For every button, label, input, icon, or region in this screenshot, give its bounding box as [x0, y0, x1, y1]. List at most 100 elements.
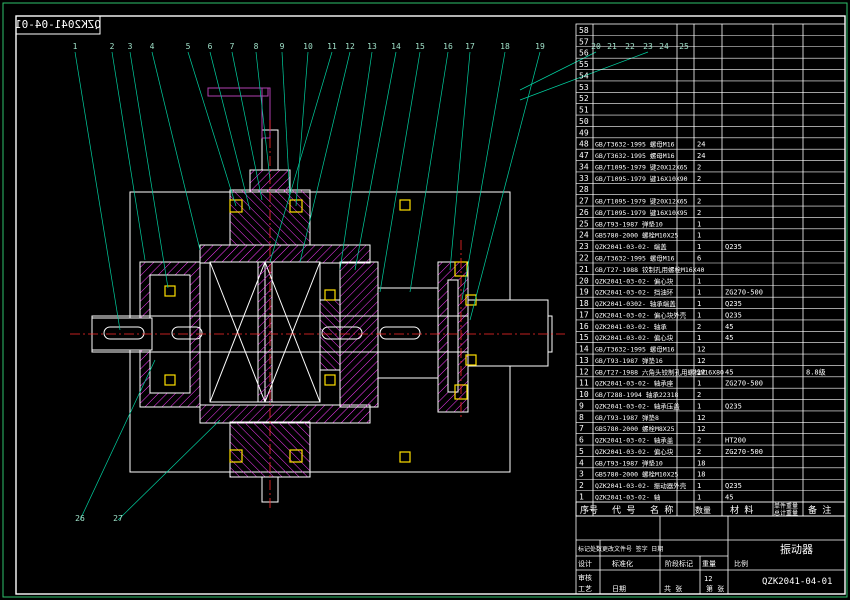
- bom-code: GB/T1095-1979 键20X12X65: [595, 162, 688, 171]
- balloon-5: 5: [186, 42, 191, 51]
- bom-no: 50: [579, 117, 589, 126]
- bom-row: 21 GB/T27-1988 铰制孔用螺栓M16X40: [579, 265, 705, 274]
- bom-qty: 1: [697, 300, 701, 308]
- right-sleeve: [377, 287, 439, 379]
- balloon-9: 9: [280, 42, 285, 51]
- hdr-remark: 备 注: [808, 504, 831, 516]
- bom-qty: 18: [697, 471, 705, 479]
- bom-material: HT200: [725, 437, 746, 445]
- hdr-code: 代 号: [612, 505, 635, 516]
- bom-row: 5 QZK2041-03-02- 偏心块 2 ZG270-500: [579, 447, 763, 456]
- balloon-10: 10: [303, 42, 313, 51]
- bom-qty: 1: [697, 402, 701, 410]
- bom-no: 56: [579, 49, 589, 58]
- bom-no: 6: [579, 436, 584, 445]
- bom-qty: 2: [697, 163, 701, 171]
- bom-no: 51: [579, 106, 589, 115]
- bom-qty: 2: [697, 448, 701, 456]
- bearing-cap-top: [199, 244, 371, 264]
- tb-stage: 阶段标记: [665, 559, 693, 568]
- bom-no: 24: [579, 231, 589, 240]
- bom-no: 1: [579, 493, 584, 502]
- balloon-17: 17: [465, 42, 475, 51]
- bom-code: QZK2041-03-02- 偏心块: [595, 447, 674, 456]
- tb-date: 日期: [612, 585, 626, 593]
- balloon-1: 1: [73, 42, 78, 51]
- bom-row: 10 GB/T288-1994 轴承22318 2: [579, 390, 701, 399]
- bom-qty: 12: [697, 368, 705, 376]
- bom-row: 48 GB/T3632-1995 螺母M16 24: [579, 140, 705, 149]
- bom-material: Q235: [725, 243, 742, 251]
- tb-row1: 标记处数更改文件号 签字 日期: [578, 545, 663, 553]
- bom-row: 12 GB/T27-1988 六角头铰制孔用螺栓M16X8012 45 8.8级: [579, 367, 826, 376]
- balloon-20: 20: [591, 42, 601, 51]
- bom-row: 52: [579, 94, 589, 103]
- bom-no: 18: [579, 299, 589, 308]
- bom-material: ZG270-500: [725, 380, 763, 388]
- bom-qty: 12: [697, 425, 705, 433]
- hdr-qty: 数量: [695, 505, 711, 515]
- balloon-8: 8: [254, 42, 259, 51]
- bom-qty: 2: [697, 323, 701, 331]
- bom-no: 2: [579, 481, 584, 490]
- balloon-6: 6: [208, 42, 213, 51]
- bom-row: 9 QZK2041-03-02- 轴承压盖 1 Q235: [579, 401, 742, 410]
- bom-code: QZK2041-03-02- 偏心块: [595, 276, 674, 285]
- bom-no: 52: [579, 94, 589, 103]
- bom-row: 28: [579, 185, 589, 194]
- bom-row: 17 QZK2041-03-02- 偏心块外壳 1 Q235: [579, 310, 742, 319]
- bom-qty: 1: [697, 232, 701, 240]
- bom-no: 55: [579, 60, 589, 69]
- bom-code: GB5780-2000 螺栓M10X25: [595, 231, 679, 240]
- tb-sheet-no: 第 张: [706, 584, 724, 593]
- bom-qty: 24: [697, 141, 705, 149]
- bom-no: 7: [579, 424, 584, 433]
- bom-no: 8: [579, 413, 584, 422]
- bom-qty: 2: [697, 209, 701, 217]
- bom-no: 19: [579, 288, 589, 297]
- bom-row: 58: [579, 26, 589, 35]
- tb-process: 工艺: [578, 585, 592, 593]
- tb-drawing-code: QZK2041-04-01: [762, 577, 832, 587]
- bom-no: 27: [579, 197, 589, 206]
- bom-no: 17: [579, 310, 589, 319]
- bom-row: 55: [579, 60, 589, 69]
- bom-code: GB/T27-1988 铰制孔用螺栓M16X40: [595, 265, 705, 274]
- balloon-26: 26: [75, 514, 85, 523]
- bom-qty: 1: [697, 380, 701, 388]
- bom-qty: 2: [697, 198, 701, 206]
- bom-code: GB5780-2000 螺栓M8X25: [595, 424, 675, 433]
- tb-drawing-name: 振动器: [780, 542, 813, 556]
- bom-qty: 2: [697, 437, 701, 445]
- balloon-11: 11: [327, 42, 337, 51]
- bom-code: GB/T3632-1995 螺母M16: [595, 151, 675, 160]
- bom-no: 15: [579, 333, 589, 342]
- bom-row: 11 QZK2041-03-02- 轴承座 1 ZG270-500: [579, 379, 763, 388]
- bom-material: ZG270-500: [725, 289, 763, 297]
- bom-row: 22 GB/T3632-1995 螺母M16 6: [579, 254, 701, 263]
- balloon-13: 13: [367, 42, 377, 51]
- hdr-seq: 序号: [580, 504, 598, 516]
- bom-no: 54: [579, 71, 589, 80]
- bom-row: 47 GB/T3632-1995 螺母M16 24: [579, 151, 705, 160]
- balloon-25: 25: [679, 42, 689, 51]
- bom-qty: 18: [697, 459, 705, 467]
- bom-qty: 1: [697, 277, 701, 285]
- bom-row: 25 GB/T93-1987 弹垫10 1: [579, 219, 701, 228]
- bom-no: 9: [579, 401, 584, 410]
- bom-material: Q235: [725, 311, 742, 319]
- bom-qty: 12: [697, 357, 705, 365]
- hdr-unit-weight: 单件重量: [774, 502, 798, 510]
- bom-code: GB/T288-1994 轴承22318: [595, 390, 679, 399]
- bom-no: 20: [579, 276, 589, 285]
- tb-designer: 设计: [578, 559, 592, 568]
- bom-code: GB/T3632-1995 螺母M16: [595, 254, 675, 263]
- bom-no: 26: [579, 208, 589, 217]
- balloon-21: 21: [607, 42, 617, 51]
- tb-sheet-num: 12: [704, 575, 712, 583]
- bom-row: 50: [579, 117, 589, 126]
- balloon-27: 27: [113, 514, 123, 523]
- bom-code: GB/T93-1987 弹垫8: [595, 413, 659, 422]
- bom-no: 11: [579, 379, 589, 388]
- balloon-16: 16: [443, 42, 453, 51]
